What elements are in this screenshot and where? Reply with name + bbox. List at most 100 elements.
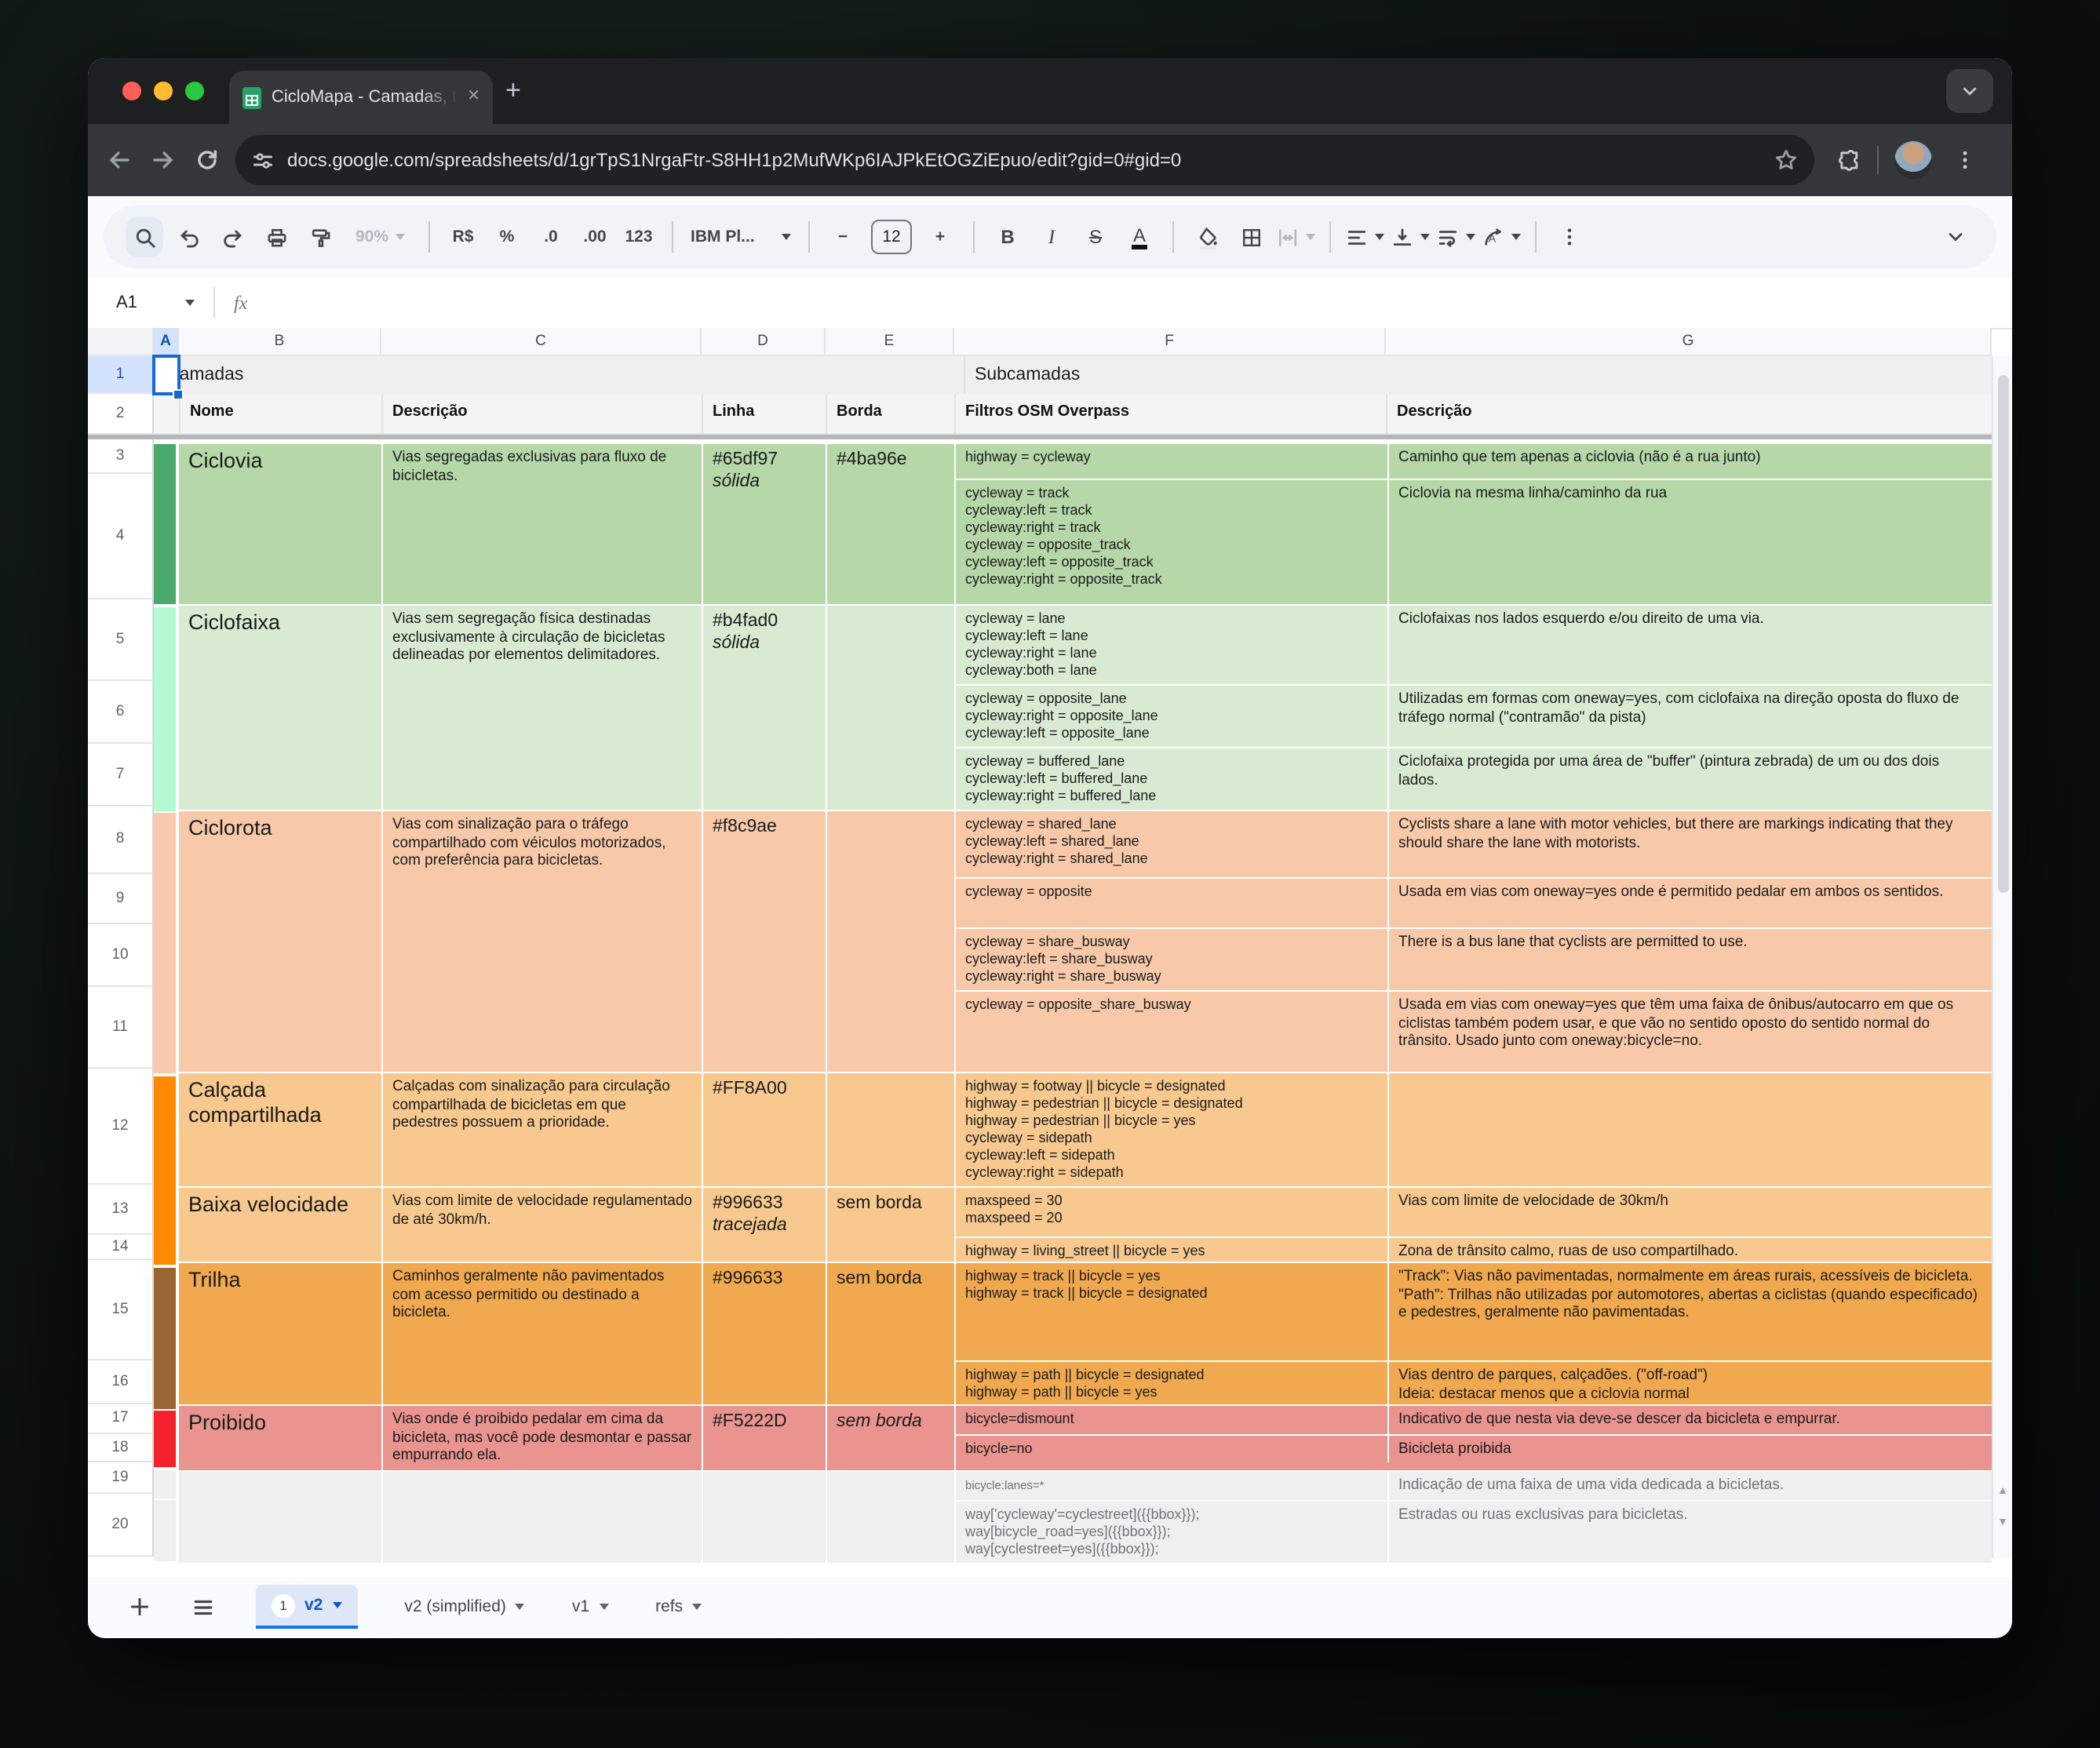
cell-desc[interactable]: Usada em vias com oneway=yes onde é perm… xyxy=(1387,879,1992,927)
cell-filtros[interactable]: cycleway = lane cycleway:left = lane cyc… xyxy=(956,606,1387,684)
cell-nome[interactable]: Ciclorota xyxy=(179,811,381,1072)
row-header[interactable]: 18 xyxy=(88,1434,154,1462)
cell-descricao[interactable]: Vias com sinalização para o tráfego comp… xyxy=(381,811,702,1072)
cell-borda[interactable]: #4ba96e xyxy=(826,444,954,604)
print-icon[interactable] xyxy=(257,217,295,257)
row-header[interactable]: 16 xyxy=(88,1360,154,1404)
name-box[interactable]: A1 xyxy=(116,293,179,312)
decrease-decimal-button[interactable]: .0 xyxy=(532,217,570,257)
text-wrap-icon[interactable] xyxy=(1436,217,1475,257)
cell-borda[interactable]: sem borda xyxy=(826,1188,954,1262)
tab-close-icon[interactable]: ✕ xyxy=(467,89,480,105)
decrease-font-size-button[interactable]: − xyxy=(824,217,862,257)
strikethrough-button[interactable]: S xyxy=(1077,217,1114,257)
row-header[interactable]: 12 xyxy=(88,1069,154,1184)
add-sheet-icon[interactable] xyxy=(129,1596,151,1618)
cell-nome[interactable]: Calçada compartilhada xyxy=(179,1073,381,1186)
header-descricao[interactable]: Descrição xyxy=(381,394,702,433)
column-header-g[interactable]: G xyxy=(1386,328,1992,356)
merge-cells-icon[interactable] xyxy=(1276,217,1315,257)
cell-desc[interactable]: Ciclovia na mesma linha/caminho da rua xyxy=(1387,480,1992,604)
cell-filtros[interactable]: cycleway = shared_lane cycleway:left = s… xyxy=(956,811,1387,877)
bold-button[interactable]: B xyxy=(989,217,1026,257)
cell-descricao[interactable]: Vias sem segregação física destinadas ex… xyxy=(381,606,702,810)
row-header[interactable]: 4 xyxy=(88,474,154,599)
row-header[interactable]: 3 xyxy=(88,439,154,474)
sheet-tab-caret-icon[interactable] xyxy=(692,1604,702,1610)
vertical-align-icon[interactable] xyxy=(1391,217,1430,257)
cell-filtros[interactable]: highway = path || bicycle = designated h… xyxy=(956,1362,1387,1404)
column-header-c[interactable]: C xyxy=(381,328,702,356)
cell-linha[interactable]: #996633tracejada xyxy=(702,1188,826,1262)
sheet-tab-v2[interactable]: 1 v2 xyxy=(256,1585,357,1629)
cell-borda[interactable] xyxy=(826,606,954,810)
borders-icon[interactable] xyxy=(1232,217,1270,257)
new-tab-button[interactable]: + xyxy=(505,77,521,104)
reload-icon[interactable] xyxy=(195,147,220,173)
select-all-corner[interactable] xyxy=(88,328,154,356)
cell-descricao[interactable]: Vias onde é proibido pedalar em cima da … xyxy=(381,1406,702,1469)
cell-linha[interactable] xyxy=(702,1471,826,1562)
header-nome[interactable]: Nome xyxy=(179,394,381,433)
cell-nome[interactable]: Ciclofaixa xyxy=(179,606,381,810)
row-header[interactable]: 6 xyxy=(88,680,154,743)
title-row[interactable]: Camadas Subcamadas xyxy=(154,356,1992,394)
forward-icon[interactable] xyxy=(151,147,176,173)
cell-descricao[interactable] xyxy=(381,1471,702,1562)
row-header[interactable]: 20 xyxy=(88,1493,154,1556)
header-filtros[interactable]: Filtros OSM Overpass xyxy=(954,394,1386,433)
sheet-tab-v2-simplified[interactable]: v2 (simplified) xyxy=(404,1597,525,1616)
row-header[interactable]: 1 xyxy=(88,356,154,394)
tab-search-button[interactable] xyxy=(1946,69,1993,113)
hide-menus-chevron-icon[interactable] xyxy=(1937,217,1974,257)
fill-color-icon[interactable] xyxy=(1188,217,1226,257)
name-box-caret[interactable] xyxy=(185,300,195,306)
header-linha[interactable]: Linha xyxy=(702,394,826,433)
header-borda[interactable]: Borda xyxy=(826,394,954,433)
cell-linha[interactable]: #FF8A00 xyxy=(702,1073,826,1186)
column-header-f[interactable]: F xyxy=(954,328,1386,356)
cell-nome[interactable]: Baixa velocidade xyxy=(179,1188,381,1262)
cell-filtros[interactable]: cycleway = buffered_lane cycleway:left =… xyxy=(956,748,1387,810)
cell-filtros[interactable]: cycleway = track cycleway:left = track c… xyxy=(956,480,1387,604)
traffic-light-close[interactable] xyxy=(122,82,141,100)
back-icon[interactable] xyxy=(107,147,132,173)
cell-filtros[interactable]: highway = cycleway xyxy=(956,444,1387,479)
row-header[interactable]: 7 xyxy=(88,743,154,806)
cell-descricao[interactable]: Caminhos geralmente não pavimentados com… xyxy=(381,1263,702,1404)
format-currency-button[interactable]: R$ xyxy=(444,217,482,257)
frozen-rows-divider[interactable] xyxy=(88,435,1992,439)
cell-filtros[interactable]: cycleway = share_busway cycleway:left = … xyxy=(956,929,1387,990)
scroll-up-icon[interactable]: ▲ xyxy=(1993,1480,2012,1502)
cell-nome[interactable]: Trilha xyxy=(179,1263,381,1404)
search-icon[interactable] xyxy=(126,217,163,257)
cell-filtros[interactable]: cycleway = opposite_share_busway xyxy=(956,992,1387,1072)
cell-nome[interactable]: Proibido xyxy=(179,1406,381,1469)
cell-linha[interactable]: #65df97sólida xyxy=(702,444,826,604)
cell-descricao[interactable]: Vias com limite de velocidade regulament… xyxy=(381,1188,702,1262)
vertical-scrollbar[interactable]: ▲ ▼ xyxy=(1992,356,2012,1558)
cell-linha[interactable]: #F5222D xyxy=(702,1406,826,1469)
row-header[interactable]: 10 xyxy=(88,924,154,987)
increase-font-size-button[interactable]: + xyxy=(921,217,959,257)
row-header[interactable]: 11 xyxy=(88,987,154,1069)
cell-desc[interactable]: Usada em vias com oneway=yes que têm uma… xyxy=(1387,992,1992,1072)
zoom-select[interactable]: 90% xyxy=(345,217,414,257)
cell-linha[interactable]: #f8c9ae xyxy=(702,811,826,1072)
row-header[interactable]: 15 xyxy=(88,1260,154,1360)
paint-format-icon[interactable] xyxy=(301,217,339,257)
cell-subcamadas[interactable]: Subcamadas xyxy=(964,356,1080,394)
sheet-tab-caret-icon[interactable] xyxy=(516,1604,525,1610)
cell-borda[interactable] xyxy=(826,1073,954,1186)
cell-nome[interactable] xyxy=(179,1471,381,1562)
row-header[interactable]: 2 xyxy=(88,394,154,435)
cell-desc[interactable]: Estradas ou ruas exclusivas para bicicle… xyxy=(1387,1501,1992,1562)
row-header[interactable]: 5 xyxy=(88,599,154,680)
cell-desc[interactable]: Indicação de uma faixa de uma vida dedic… xyxy=(1387,1471,1992,1499)
cell-filtros[interactable]: maxspeed = 30 maxspeed = 20 xyxy=(956,1188,1387,1236)
cell-desc[interactable]: Caminho que tem apenas a ciclovia (não é… xyxy=(1387,444,1992,479)
cell-filtros[interactable]: bicycle:lanes=* xyxy=(956,1471,1387,1499)
row-header[interactable]: 8 xyxy=(88,806,154,874)
cell-desc[interactable]: Vias dentro de parques, calçadões. ("off… xyxy=(1387,1362,1992,1404)
row-header[interactable]: 9 xyxy=(88,874,154,924)
